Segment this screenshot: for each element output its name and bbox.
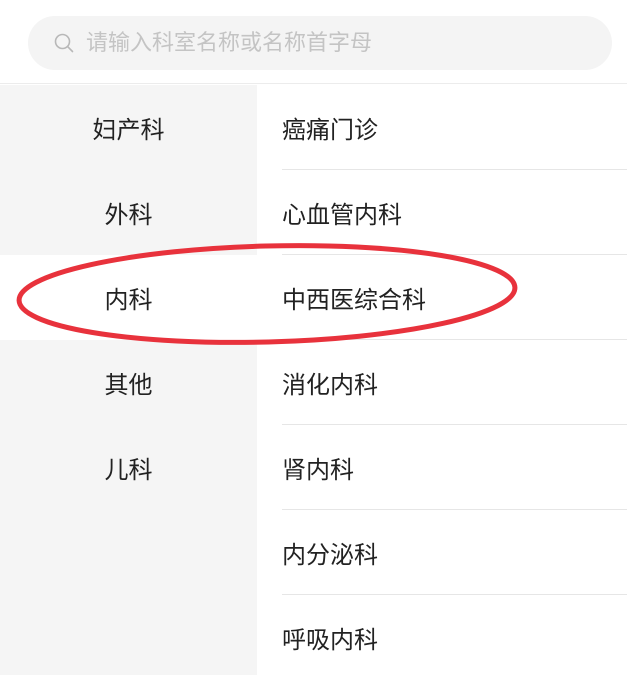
- department-label: 癌痛门诊: [282, 115, 378, 144]
- department-list: 癌痛门诊 心血管内科 中西医综合科 消化内科 肾内科 内分泌科 呼吸内科: [257, 85, 627, 675]
- department-item[interactable]: 消化内科: [282, 340, 627, 425]
- department-item[interactable]: 癌痛门诊: [282, 85, 627, 170]
- category-sidebar: 妇产科 外科 内科 其他 儿科: [0, 85, 257, 675]
- category-label: 其他: [104, 371, 153, 399]
- department-label: 中西医综合科: [282, 285, 426, 314]
- search-box[interactable]: [28, 16, 612, 70]
- department-label: 心血管内科: [282, 200, 402, 229]
- department-item[interactable]: 内分泌科: [282, 510, 627, 595]
- department-picker-page: 妇产科 外科 内科 其他 儿科 癌痛门诊 心血管内科 中西医综合科 消化内科 肾…: [0, 0, 627, 675]
- department-item[interactable]: 呼吸内科: [282, 595, 627, 675]
- category-item-internal-medicine[interactable]: 内科: [0, 255, 257, 340]
- department-item[interactable]: 心血管内科: [282, 170, 627, 255]
- department-item[interactable]: 肾内科: [282, 425, 627, 510]
- department-label: 肾内科: [282, 455, 354, 484]
- search-input[interactable]: [86, 16, 586, 70]
- department-item[interactable]: 中西医综合科: [282, 255, 627, 340]
- search-bar: [0, 0, 627, 84]
- search-icon: [54, 33, 74, 53]
- category-item-obstetrics[interactable]: 妇产科: [0, 85, 257, 170]
- category-item-pediatrics[interactable]: 儿科: [0, 425, 257, 510]
- category-label: 外科: [104, 201, 153, 229]
- category-label: 内科: [104, 286, 153, 314]
- department-label: 消化内科: [282, 370, 378, 399]
- department-label: 呼吸内科: [282, 626, 378, 654]
- category-item-other[interactable]: 其他: [0, 340, 257, 425]
- category-item-surgery[interactable]: 外科: [0, 170, 257, 255]
- category-label: 妇产科: [92, 116, 165, 144]
- department-label: 内分泌科: [282, 540, 378, 569]
- category-label: 儿科: [104, 456, 153, 484]
